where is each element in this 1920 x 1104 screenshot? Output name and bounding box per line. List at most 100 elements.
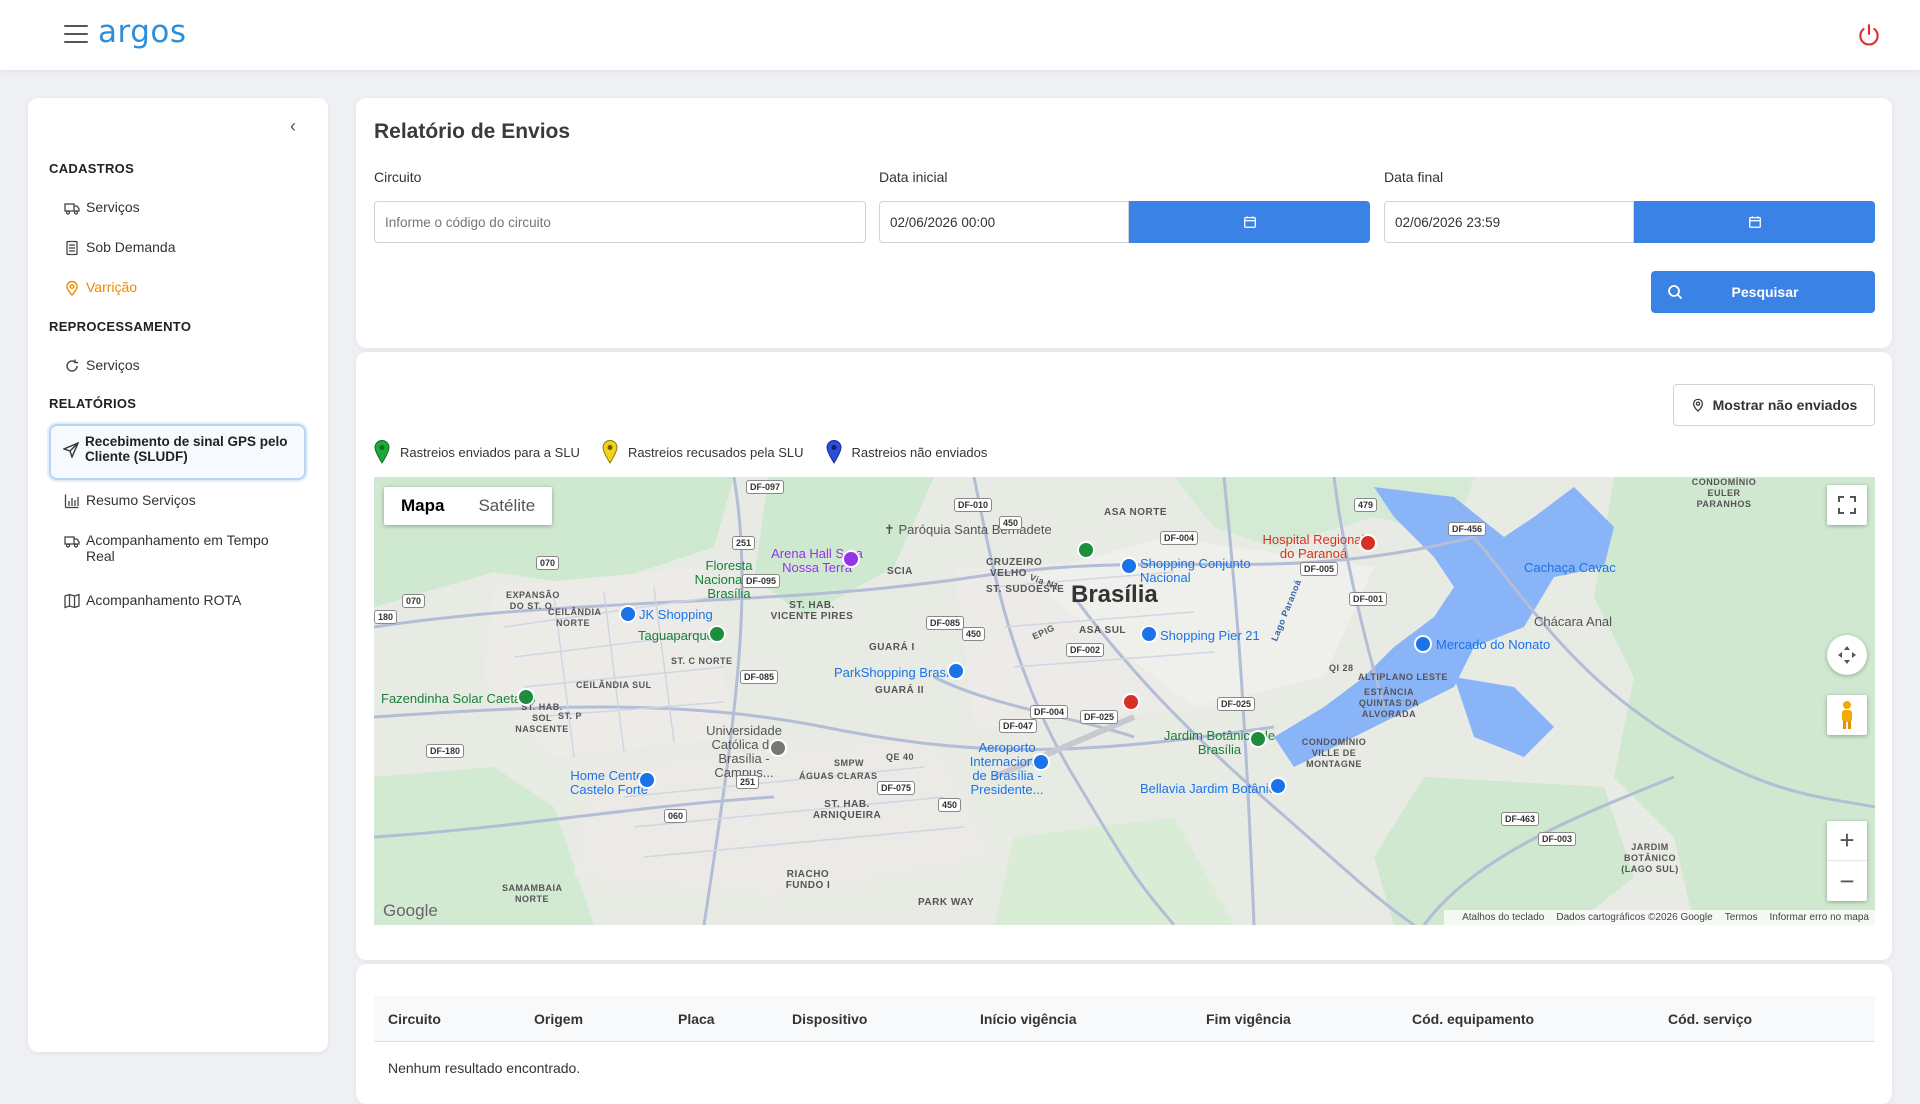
map-label: GUARÁ I: [869, 642, 915, 653]
sidebar-item-label: Serviços: [86, 357, 140, 373]
sidebar-item-label: Serviços: [86, 199, 140, 215]
col-placa[interactable]: Placa: [678, 1011, 715, 1027]
sidebar-item-reproc-servicos[interactable]: Serviços: [64, 357, 140, 374]
map-label: ASA SUL: [1079, 625, 1127, 636]
zoom-in-button[interactable]: +: [1827, 821, 1867, 861]
poi-fazendinha[interactable]: Fazendinha Solar Caetano: [381, 692, 536, 706]
pesquisar-label: Pesquisar: [1731, 284, 1799, 300]
sidebar-item-rota[interactable]: Acompanhamento ROTA: [64, 592, 241, 609]
data-inicial-input[interactable]: 02/06/2026 00:00: [879, 201, 1129, 243]
map-label: JARDIM BOTÂNICO (LAGO SUL): [1621, 842, 1679, 874]
col-cod-servico[interactable]: Cód. serviço: [1668, 1011, 1752, 1027]
data-inicial-label: Data inicial: [879, 169, 948, 185]
legend-item-enviados: Rastreios enviados para a SLU: [374, 440, 580, 464]
truck-icon: [64, 536, 80, 548]
camera-control-button[interactable]: [1827, 635, 1867, 675]
col-cod-equipamento[interactable]: Cód. equipamento: [1412, 1011, 1534, 1027]
results-card: Circuito Origem Placa Dispositivo Início…: [356, 964, 1892, 1104]
col-dispositivo[interactable]: Dispositivo: [792, 1011, 867, 1027]
sidebar-item-recebimento-gps[interactable]: Recebimento de sinal GPS pelo Cliente (S…: [49, 424, 306, 480]
road-shield: DF-002: [1066, 643, 1105, 657]
road-shield: DF-085: [926, 616, 965, 630]
map-label: PARK WAY: [918, 897, 975, 908]
sidebar-item-varricao[interactable]: Varrição: [64, 279, 137, 296]
logout-icon[interactable]: [1856, 22, 1882, 48]
map-type-mapa[interactable]: Mapa: [384, 487, 461, 525]
zoom-out-button[interactable]: −: [1827, 861, 1867, 901]
poi-paroquia[interactable]: ✝ Paróquia Santa Bernadete: [884, 523, 1052, 537]
road-shield: 450: [962, 627, 986, 641]
poi-bellavia-icon: [1269, 777, 1287, 795]
poi-pier21-icon: [1140, 625, 1158, 643]
bar-chart-icon: [64, 494, 79, 509]
col-fim-vigencia[interactable]: Fim vigência: [1206, 1011, 1291, 1027]
poi-parkshopping[interactable]: ParkShopping Brasília: [834, 666, 963, 680]
report-error-link[interactable]: Informar erro no mapa: [1770, 912, 1870, 923]
menu-icon[interactable]: [64, 25, 88, 45]
map-label: CONDOMÍNIO EULER PARANHOS: [1691, 477, 1757, 509]
col-origem[interactable]: Origem: [534, 1011, 583, 1027]
poi-taguaparque[interactable]: Taguaparque: [638, 629, 714, 643]
data-final-input[interactable]: 02/06/2026 23:59: [1384, 201, 1634, 243]
poi-fazendinha-icon: [517, 688, 535, 706]
map-attribution: Atalhos do teclado Dados cartográficos ©…: [1444, 910, 1875, 925]
data-final-calendar-button[interactable]: [1634, 201, 1875, 243]
terms-link[interactable]: Termos: [1725, 912, 1758, 923]
poi-pier21[interactable]: Shopping Pier 21: [1160, 629, 1260, 643]
app-logo: argos: [98, 14, 187, 50]
map-label: ST. HAB. ARNIQUEIRA: [812, 799, 882, 821]
road-shield: DF-085: [740, 670, 779, 684]
poi-mercado[interactable]: Mercado do Nonato: [1436, 638, 1550, 652]
poi-shopping-cn-icon: [1120, 557, 1138, 575]
data-final-label: Data final: [1384, 169, 1444, 185]
google-map[interactable]: Mapa Satélite Brasília ASA NORTE ASA SUL…: [374, 477, 1875, 925]
sidebar-item-label: Resumo Serviços: [86, 492, 196, 508]
poi-ucb-icon: [769, 739, 787, 757]
circuito-input[interactable]: [374, 201, 866, 243]
top-bar: argos: [0, 0, 1920, 70]
poi-cachaca[interactable]: Cachaça Cavac: [1524, 561, 1616, 575]
road-shield: DF-047: [999, 719, 1038, 733]
map-label: SCIA: [887, 566, 913, 577]
empty-message: Nenhum resultado encontrado.: [388, 1060, 581, 1076]
poi-hospital[interactable]: Hospital Regional do Paranoá: [1256, 533, 1371, 561]
poi-shopping-cn[interactable]: Shopping Conjunto Nacional: [1140, 557, 1260, 585]
road-shield: DF-001: [1349, 592, 1388, 606]
sidebar-item-resumo-servicos[interactable]: Resumo Serviços: [64, 492, 196, 509]
mostrar-nao-enviados-label: Mostrar não enviados: [1712, 397, 1858, 413]
pesquisar-button[interactable]: Pesquisar: [1651, 271, 1875, 313]
section-cadastros: CADASTROS: [49, 161, 135, 176]
col-inicio-vigencia[interactable]: Início vigência: [980, 1011, 1076, 1027]
road-shield: DF-003: [1538, 832, 1577, 846]
map-card: Mostrar não enviados Rastreios enviados …: [356, 352, 1892, 960]
map-label: ST. C NORTE: [671, 656, 733, 666]
map-label: ST. HAB. VICENTE PIRES: [770, 600, 854, 622]
col-circuito[interactable]: Circuito: [388, 1011, 441, 1027]
poi-jk-icon: [619, 605, 637, 623]
collapse-sidebar-icon[interactable]: ‹: [290, 116, 296, 137]
poi-bellavia[interactable]: Bellavia Jardim Botânico: [1140, 782, 1282, 796]
circuito-label: Circuito: [374, 169, 422, 185]
sidebar-item-servicos[interactable]: Serviços: [64, 199, 140, 216]
sidebar-item-tempo-real[interactable]: Acompanhamento em Tempo Real: [64, 532, 284, 564]
road-shield: DF-095: [742, 574, 781, 588]
section-relatorios: RELATÓRIOS: [49, 396, 137, 411]
road-shield: DF-025: [1217, 697, 1256, 711]
data-inicial-calendar-button[interactable]: [1129, 201, 1370, 243]
poi-jk[interactable]: JK Shopping: [639, 608, 713, 622]
poi-mercado-icon: [1414, 635, 1432, 653]
mostrar-nao-enviados-button[interactable]: Mostrar não enviados: [1673, 384, 1875, 426]
road-shield: DF-456: [1448, 522, 1487, 536]
fullscreen-button[interactable]: [1827, 485, 1867, 525]
map-type-satelite[interactable]: Satélite: [461, 487, 552, 525]
poi-jardim-botanico-icon: [1249, 730, 1267, 748]
road-shield: 450: [938, 798, 962, 812]
map-label: CRUZEIRO VELHO: [986, 557, 1043, 579]
map-label-brasilia: Brasília: [1071, 581, 1158, 608]
sidebar-item-sob-demanda[interactable]: Sob Demanda: [64, 239, 176, 256]
map-label: ÁGUAS CLARAS: [799, 771, 878, 781]
keyboard-shortcuts-link[interactable]: Atalhos do teclado: [1462, 912, 1544, 923]
street-view-button[interactable]: [1827, 695, 1867, 735]
sidebar-item-label: Varrição: [86, 279, 138, 295]
poi-chacara[interactable]: Chácara Anal: [1534, 615, 1612, 629]
